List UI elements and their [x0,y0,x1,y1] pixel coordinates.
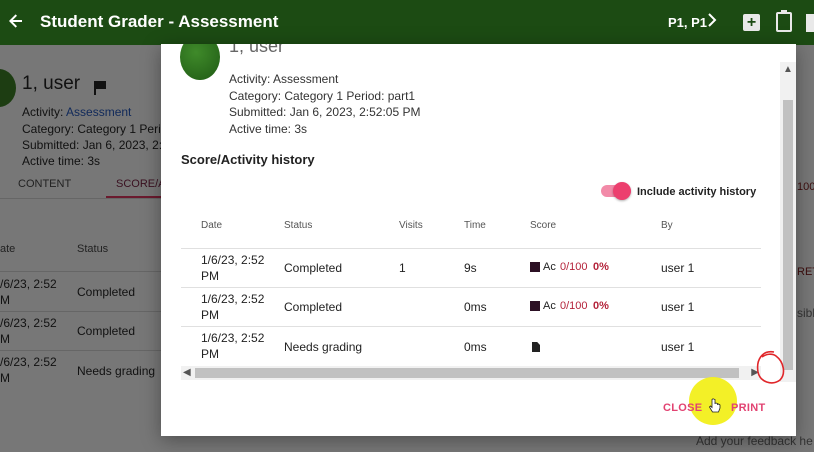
student-name: 1, user [229,44,285,56]
section-title: Score/Activity history [181,152,315,167]
dialog-content: 1, user Activity: Assessment Category: C… [161,44,796,389]
retry-fragment[interactable]: RET [797,266,814,278]
table-cell-visits: 1 [399,261,406,275]
period-selector[interactable]: P1, P1 [668,15,707,30]
scroll-left-icon[interactable]: ◀ [183,366,193,380]
activity-label: Activity: [22,105,64,119]
divider [0,271,165,272]
category-period-line: Category: Category 1 Period: part1 [229,89,416,103]
activity-line: Activity: Assessment [22,105,131,119]
category-line: Category: Category 1 Perio [22,122,168,136]
row-divider [181,287,761,288]
vertical-scrollbar[interactable]: ▲ [780,62,796,382]
column-header-date: ate [0,243,16,255]
scrollbar-thumb[interactable] [195,368,739,378]
divider [0,350,165,351]
submitted-line: Submitted: Jan 6, 2023, 2:5 [22,138,169,152]
arrow-back-icon[interactable] [6,11,26,33]
print-button[interactable]: PRINT [731,402,766,414]
flag-icon[interactable] [94,81,106,95]
score-ac: Ac [543,261,556,273]
table-row-status: Completed [77,285,136,299]
column-header-time[interactable]: Time [464,220,486,231]
column-header-date[interactable]: Date [201,220,222,231]
score-color-icon [530,262,540,272]
submitted-line: Submitted: Jan 6, 2023, 2:52:05 PM [229,105,421,119]
table-cell-time: 9s [464,261,477,275]
score-percent: 0% [593,261,609,273]
hand-cursor-icon [708,398,721,414]
scrollbar-thumb[interactable] [783,100,793,370]
avatar [180,44,220,80]
score-ac: Ac [543,300,556,312]
row-divider [181,248,761,249]
horizontal-scrollbar[interactable]: ◀ ▶ [181,366,761,380]
table-cell-by: user 1 [661,261,695,275]
score-color-icon [530,301,540,311]
score-value: 0/100 [560,261,588,273]
toggle-label[interactable]: Include activity history [637,186,756,198]
drawn-circle-annotation [752,348,786,388]
table-cell-date: 1/6/23, 2:52 PM [201,292,265,322]
scroll-up-icon[interactable]: ▲ [783,64,793,75]
page-title: Student Grader - Assessment [40,12,279,31]
table-cell-status: Completed [284,261,343,275]
table-row-date: /6/23, 2:52 M [0,316,57,346]
column-header-status: Status [77,243,109,255]
row-divider [181,326,761,327]
document-icon[interactable] [532,342,540,352]
chevron-right-icon[interactable] [706,12,718,33]
table-cell-by: user 1 [661,300,695,314]
table-cell-time: 0ms [464,340,487,354]
column-header-by[interactable]: By [661,220,673,231]
table-cell-time: 0ms [464,300,487,314]
table-cell-by: user 1 [661,340,695,354]
visible-fragment: sible [797,306,814,320]
column-header-score[interactable]: Score [530,220,556,231]
active-time-line: Active time: 3s [22,154,101,168]
tab-content[interactable]: CONTENT [18,178,71,190]
activity-line: Activity: Assessment [229,72,339,86]
table-row-status: Completed [77,324,136,338]
score-value: 0/100 [560,300,588,312]
score-fragment: 100 [797,181,814,193]
app-bar: Student Grader - Assessment P1, P1 + [0,0,814,45]
add-box-icon[interactable]: + [743,14,760,31]
table-row-status: Needs grading [77,364,156,378]
close-button[interactable]: CLOSE [663,402,702,414]
table-cell-status: Needs grading [284,340,363,354]
score-percent: 0% [593,300,609,312]
student-name: 1, user [22,73,81,94]
score-history-dialog: 1, user Activity: Assessment Category: C… [161,44,796,436]
divider [0,311,165,312]
table-row-date: /6/23, 2:52 M [0,355,57,385]
table-cell-status: Completed [284,300,343,314]
column-header-visits[interactable]: Visits [399,220,423,231]
table-cell-date: 1/6/23, 2:52 PM [201,253,265,283]
toolbar-edge-icon[interactable] [806,14,814,32]
toggle-knob[interactable] [613,182,631,200]
divider [0,198,165,199]
table-cell-date: 1/6/23, 2:52 PM [201,331,265,361]
avatar [0,69,16,107]
clipboard-icon[interactable] [776,10,792,32]
column-header-status[interactable]: Status [284,220,312,231]
table-row-date: /6/23, 2:52 M [0,277,57,307]
feedback-input[interactable]: Add your feedback he [696,434,814,452]
activity-link[interactable]: Assessment [66,105,131,119]
active-time-line: Active time: 3s [229,122,308,136]
